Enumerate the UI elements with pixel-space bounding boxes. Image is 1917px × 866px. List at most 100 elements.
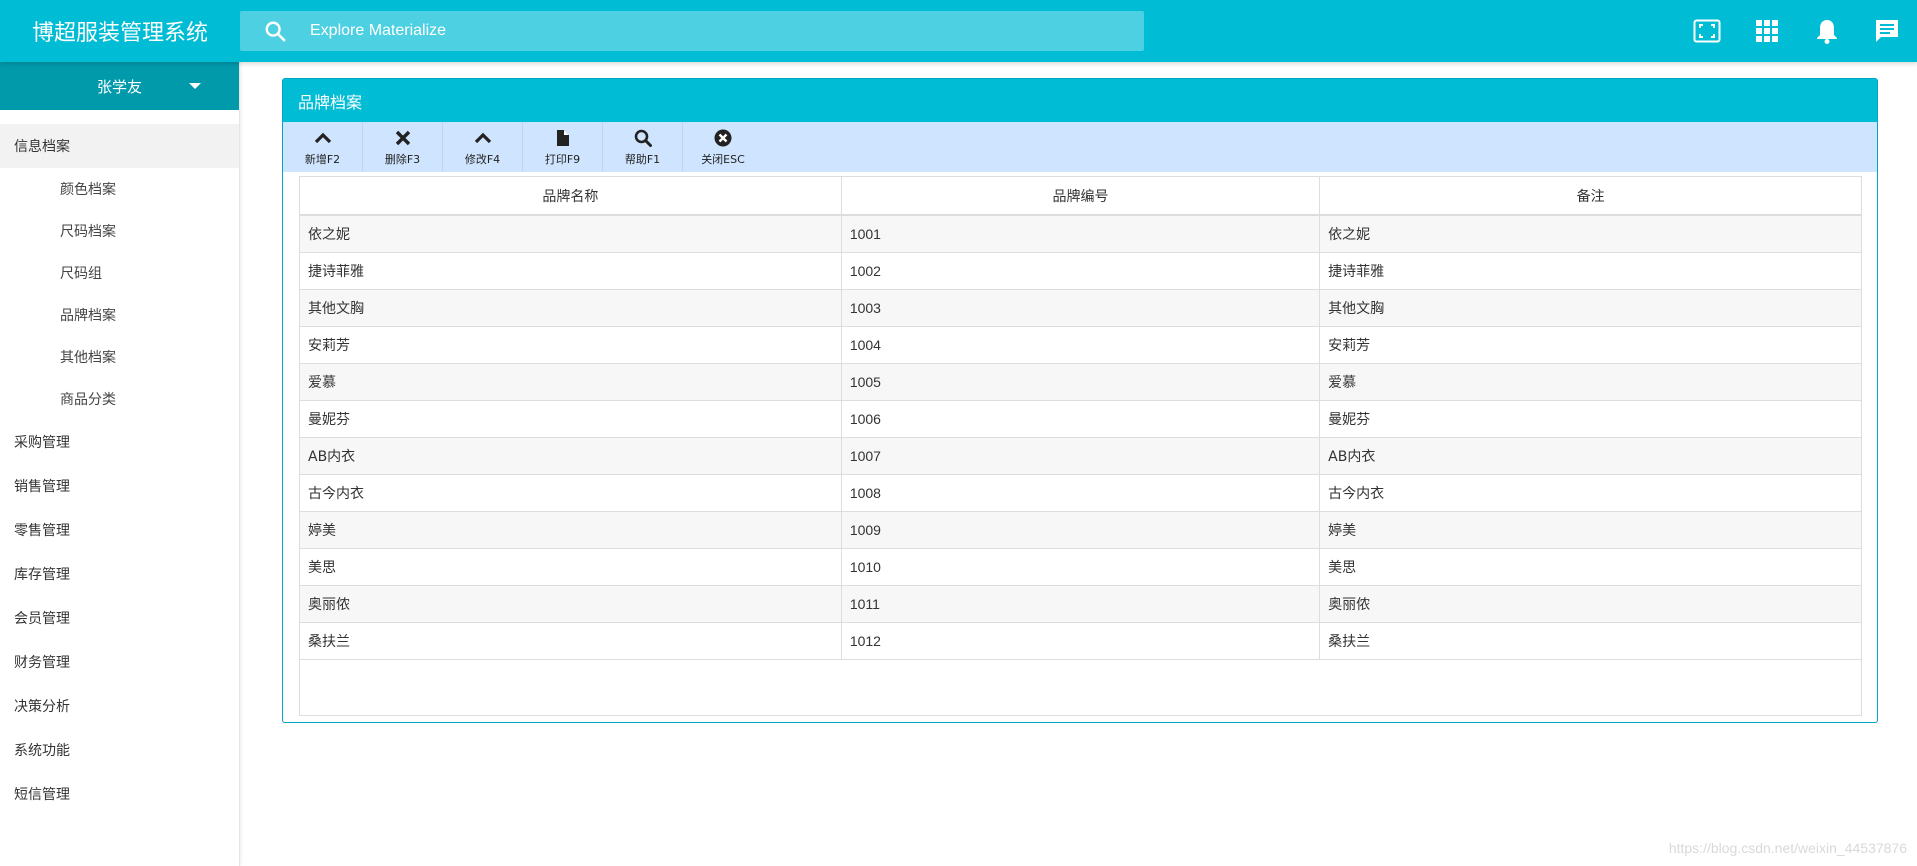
cell-brand-code: 1008 (841, 474, 1321, 512)
cell-brand-name: 爱慕 (300, 363, 842, 401)
chevron-down-icon[interactable] (189, 83, 201, 89)
close-x-icon (395, 127, 411, 149)
search-bar[interactable]: Explore Materialize (240, 11, 1144, 51)
sidebar-subitem-color[interactable]: 颜色档案 (0, 168, 239, 210)
cell-brand-code: 1007 (841, 437, 1321, 475)
table-row[interactable]: 依之妮 1001 依之妮 (300, 215, 1861, 253)
cell-remark: 捷诗菲雅 (1319, 252, 1861, 290)
cell-brand-name: 奥丽侬 (300, 585, 842, 623)
table-row[interactable]: 婷美 1009 婷美 (300, 511, 1861, 549)
cell-brand-code: 1001 (841, 215, 1321, 253)
cell-brand-code: 1002 (841, 252, 1321, 290)
cell-brand-name: 其他文胸 (300, 289, 842, 327)
cell-remark: 婷美 (1319, 511, 1861, 549)
sidebar-menu: 信息档案 颜色档案 尺码档案 尺码组 品牌档案 其他档案 商品分类 采购管理 销… (0, 124, 239, 816)
delete-button-label: 删除F3 (384, 153, 421, 166)
sidebar-item-members[interactable]: 会员管理 (0, 596, 239, 640)
user-name: 张学友 (96, 77, 142, 96)
sidebar-item-sms[interactable]: 短信管理 (0, 772, 239, 816)
help-button-label: 帮助F1 (624, 153, 661, 166)
cell-brand-code: 1004 (841, 326, 1321, 364)
cell-remark: 依之妮 (1319, 215, 1861, 253)
top-icons (1677, 0, 1917, 62)
sidebar-item-inventory[interactable]: 库存管理 (0, 552, 239, 596)
search-icon (634, 127, 652, 149)
cell-brand-code: 1012 (841, 622, 1321, 660)
cell-remark: 其他文胸 (1319, 289, 1861, 327)
search-input[interactable]: Explore Materialize (310, 22, 446, 40)
table-header-row: 品牌名称 品牌编号 备注 (300, 177, 1861, 216)
chat-icon[interactable] (1857, 0, 1917, 62)
help-button[interactable]: 帮助F1 (603, 122, 683, 172)
edit-button[interactable]: 修改F4 (443, 122, 523, 172)
sidebar-subitem-category[interactable]: 商品分类 (0, 378, 239, 420)
sidebar-subitem-size[interactable]: 尺码档案 (0, 210, 239, 252)
chevron-up-icon (314, 127, 332, 149)
cell-brand-code: 1006 (841, 400, 1321, 438)
print-button[interactable]: 打印F9 (523, 122, 603, 172)
sidebar-item-retail[interactable]: 零售管理 (0, 508, 239, 552)
brand-table-container: 品牌名称 品牌编号 备注 依之妮 1001 依之妮 捷诗菲雅 1002 捷诗菲雅 其他文… (299, 176, 1862, 716)
delete-button[interactable]: 删除F3 (363, 122, 443, 172)
cell-remark: 古今内衣 (1319, 474, 1861, 512)
sidebar-item-analysis[interactable]: 决策分析 (0, 684, 239, 728)
user-menu[interactable]: 张学友 (0, 62, 239, 110)
cell-brand-name: AB内衣 (300, 437, 842, 475)
cell-brand-name: 依之妮 (300, 215, 842, 253)
sidebar-subitem-size-group[interactable]: 尺码组 (0, 252, 239, 294)
column-header-brand-name[interactable]: 品牌名称 (300, 177, 842, 216)
cell-brand-code: 1009 (841, 511, 1321, 549)
close-button-label: 关闭ESC (701, 153, 745, 166)
close-button[interactable]: 关闭ESC (683, 122, 763, 172)
brand-table: 品牌名称 品牌编号 备注 依之妮 1001 依之妮 捷诗菲雅 1002 捷诗菲雅 其他文… (300, 177, 1861, 660)
cell-brand-code: 1003 (841, 289, 1321, 327)
sidebar-item-sales[interactable]: 销售管理 (0, 464, 239, 508)
sidebar-subitem-other[interactable]: 其他档案 (0, 336, 239, 378)
sidebar-item-purchase[interactable]: 采购管理 (0, 420, 239, 464)
cell-brand-name: 桑扶兰 (300, 622, 842, 660)
watermark-text: https://blog.csdn.net/weixin_44537876 (1668, 840, 1907, 856)
fullscreen-icon[interactable] (1677, 0, 1737, 62)
notifications-icon[interactable] (1797, 0, 1857, 62)
table-row[interactable]: 其他文胸 1003 其他文胸 (300, 289, 1861, 327)
cell-remark: 奥丽侬 (1319, 585, 1861, 623)
edit-button-label: 修改F4 (464, 153, 501, 166)
sidebar-subitem-brand[interactable]: 品牌档案 (0, 294, 239, 336)
sidebar: 张学友 信息档案 颜色档案 尺码档案 尺码组 品牌档案 其他档案 商品分类 采购… (0, 62, 240, 866)
add-button-label: 新增F2 (304, 153, 341, 166)
sidebar-item-system[interactable]: 系统功能 (0, 728, 239, 772)
cell-brand-name: 安莉芳 (300, 326, 842, 364)
search-icon[interactable] (240, 11, 310, 51)
cell-remark: 桑扶兰 (1319, 622, 1861, 660)
table-row[interactable]: AB内衣 1007 AB内衣 (300, 437, 1861, 475)
app-title: 博超服装管理系统 (31, 21, 208, 46)
cell-remark: 美思 (1319, 548, 1861, 586)
chevron-up-icon (474, 127, 492, 149)
cell-brand-name: 美思 (300, 548, 842, 586)
file-icon (556, 127, 570, 149)
sidebar-item-info-archive[interactable]: 信息档案 (0, 124, 239, 168)
print-button-label: 打印F9 (544, 153, 581, 166)
toolbar: 新增F2 删除F3 修改F4 打印F9 帮助F1 关闭ESC (283, 122, 1877, 172)
table-row[interactable]: 古今内衣 1008 古今内衣 (300, 474, 1861, 512)
table-row[interactable]: 美思 1010 美思 (300, 548, 1861, 586)
cell-brand-code: 1011 (841, 585, 1321, 623)
cell-remark: 曼妮芬 (1319, 400, 1861, 438)
column-header-brand-code[interactable]: 品牌编号 (841, 177, 1321, 216)
cell-brand-name: 古今内衣 (300, 474, 842, 512)
apps-grid-icon[interactable] (1737, 0, 1797, 62)
cell-brand-code: 1005 (841, 363, 1321, 401)
cell-brand-name: 曼妮芬 (300, 400, 842, 438)
column-header-remark[interactable]: 备注 (1319, 177, 1861, 216)
table-row[interactable]: 奥丽侬 1011 奥丽侬 (300, 585, 1861, 623)
table-row[interactable]: 安莉芳 1004 安莉芳 (300, 326, 1861, 364)
add-button[interactable]: 新增F2 (283, 122, 363, 172)
panel-title: 品牌档案 (283, 79, 1877, 122)
cell-brand-name: 婷美 (300, 511, 842, 549)
cell-remark: AB内衣 (1319, 437, 1861, 475)
table-row[interactable]: 爱慕 1005 爱慕 (300, 363, 1861, 401)
table-row[interactable]: 捷诗菲雅 1002 捷诗菲雅 (300, 252, 1861, 290)
sidebar-item-finance[interactable]: 财务管理 (0, 640, 239, 684)
table-row[interactable]: 曼妮芬 1006 曼妮芬 (300, 400, 1861, 438)
table-row[interactable]: 桑扶兰 1012 桑扶兰 (300, 622, 1861, 660)
